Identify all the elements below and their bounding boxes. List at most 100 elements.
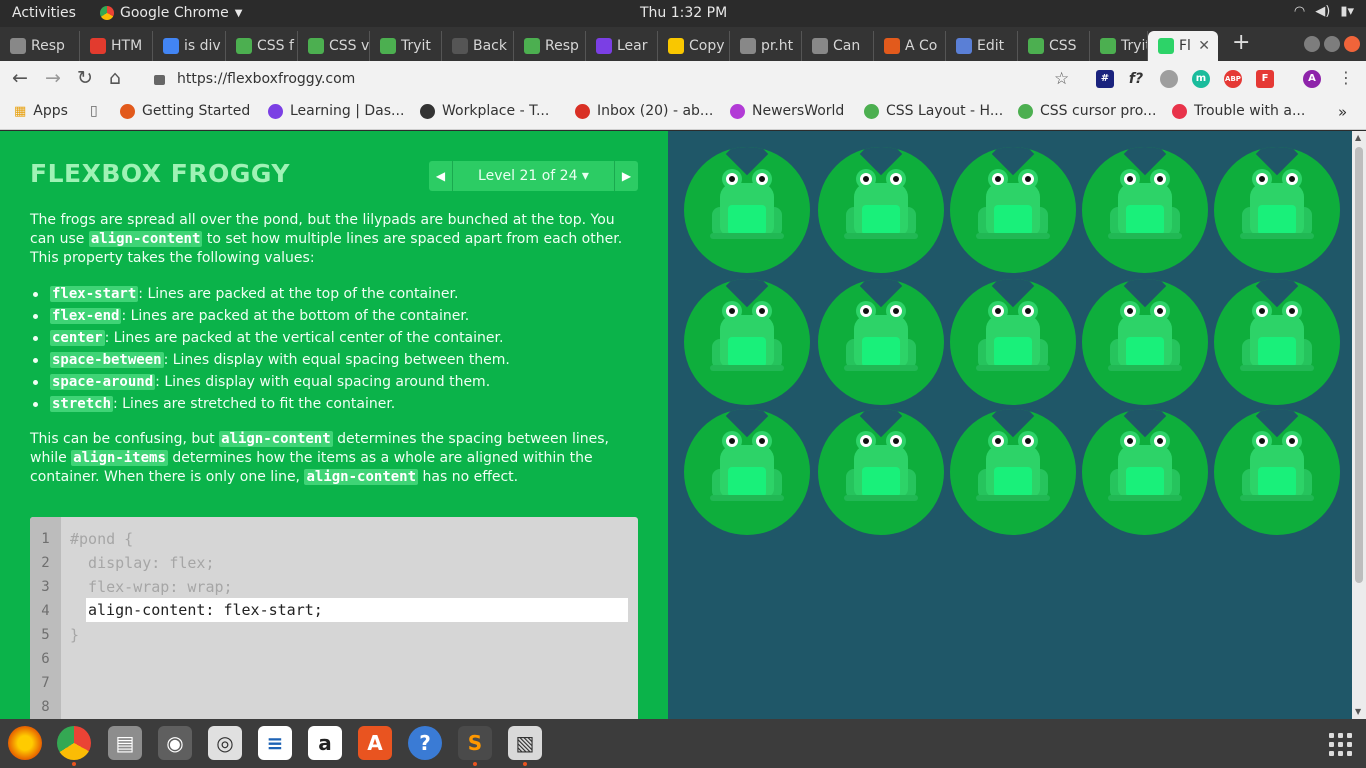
bookmark-item[interactable]: CSS Layout - H... <box>864 103 1003 119</box>
bookmark-star-icon[interactable]: ☆ <box>1054 69 1069 89</box>
system-tray[interactable]: ◠ ◀) ▮▾ <box>1294 4 1354 19</box>
browser-tab[interactable]: pr.ht <box>730 31 802 61</box>
bookmark-item[interactable]: ▯ <box>90 103 98 119</box>
new-tab-button[interactable]: + <box>1232 30 1250 55</box>
browser-tab[interactable]: Tryit <box>370 31 442 61</box>
previous-level-button[interactable]: ◀ <box>429 161 453 191</box>
list-item: flex-end: Lines are packed at the bottom… <box>33 305 510 327</box>
value-description: : Lines are packed at the top of the con… <box>138 286 459 302</box>
activities-button[interactable]: Activities <box>12 5 76 21</box>
close-window-button[interactable] <box>1344 36 1360 52</box>
list-item: space-around: Lines display with equal s… <box>33 371 510 393</box>
code-keyword: align-content <box>219 431 333 447</box>
bookmark-item[interactable]: Learning | Das... <box>268 103 404 119</box>
line-number: 1 <box>41 531 50 547</box>
app-menu[interactable]: Google Chrome ▼ <box>100 5 242 21</box>
forward-icon[interactable]: → <box>45 67 61 89</box>
close-tab-icon[interactable]: ✕ <box>1198 38 1210 54</box>
page-icon: ▯ <box>90 103 98 119</box>
bookmark-item[interactable]: CSS cursor pro... <box>1018 103 1156 119</box>
code-keyword: align-items <box>71 450 168 466</box>
rhythmbox-icon[interactable]: ◎ <box>208 726 242 760</box>
browser-tab[interactable]: Back <box>442 31 514 61</box>
browser-tab-active[interactable]: Fl ✕ <box>1148 31 1218 61</box>
address-bar[interactable]: https://flexboxfroggy.com <box>140 65 1090 93</box>
amazon-icon[interactable]: a <box>308 726 342 760</box>
browser-tab[interactable]: CSS <box>1018 31 1090 61</box>
frog-icon <box>1240 427 1314 507</box>
page-scrollbar[interactable]: ▲ ▼ <box>1352 131 1366 719</box>
browser-tab[interactable]: Resp <box>0 31 80 61</box>
bookmark-item[interactable]: Inbox (20) - ab... <box>575 103 713 119</box>
browser-tab[interactable]: Resp <box>514 31 586 61</box>
clock[interactable]: Thu 1:32 PM <box>640 5 727 21</box>
files-icon[interactable]: ▤ <box>108 726 142 760</box>
font-extension-icon[interactable]: f? <box>1127 70 1145 88</box>
flash-extension-icon[interactable]: F <box>1256 70 1274 88</box>
chrome-icon[interactable] <box>57 726 91 766</box>
browser-tab[interactable]: A Co <box>874 31 946 61</box>
frog-icon <box>1108 297 1182 377</box>
camera-icon[interactable]: ◉ <box>158 726 192 760</box>
frog-icon <box>710 165 784 245</box>
browser-tab[interactable]: CSS f <box>226 31 298 61</box>
image-viewer-icon[interactable]: ▧ <box>508 726 542 766</box>
tab-label: Edit <box>977 38 1005 54</box>
bookmark-item[interactable]: Workplace - T... <box>420 103 549 119</box>
browser-tab[interactable]: Lear <box>586 31 658 61</box>
more-bookmarks-icon[interactable]: » <box>1338 103 1347 121</box>
level-dropdown[interactable]: Level 21 of 24 ▾ <box>453 168 614 184</box>
browser-tab[interactable]: is div <box>153 31 226 61</box>
browser-tab[interactable]: CSS v <box>298 31 370 61</box>
home-icon[interactable]: ⌂ <box>109 67 121 89</box>
frog-icon <box>1108 427 1182 507</box>
bookmark-label: Inbox (20) - ab... <box>597 103 714 119</box>
adblock-extension-icon[interactable]: ABP <box>1224 70 1242 88</box>
frog-icon <box>976 297 1050 377</box>
tab-label: CSS <box>1049 38 1077 54</box>
browser-tab[interactable]: Can <box>802 31 874 61</box>
shield-extension-icon[interactable] <box>1160 70 1178 88</box>
bookmark-item[interactable]: Trouble with a... <box>1172 103 1305 119</box>
back-icon[interactable]: ← <box>12 67 28 89</box>
bookmark-label: Apps <box>33 103 68 119</box>
value-description: : Lines display with equal spacing aroun… <box>155 374 491 390</box>
tab-favicon-icon <box>452 38 468 54</box>
bookmark-item[interactable]: Getting Started <box>120 103 250 119</box>
sublime-text-icon[interactable]: S <box>458 726 492 766</box>
browser-tab[interactable]: HTM <box>80 31 153 61</box>
writer-icon[interactable]: ≡ <box>258 726 292 760</box>
list-item: flex-start: Lines are packed at the top … <box>33 283 510 305</box>
profile-avatar[interactable]: A <box>1303 70 1321 88</box>
bookmark-item[interactable]: NewersWorld <box>730 103 844 119</box>
grid-extension-icon[interactable]: # <box>1096 70 1114 88</box>
instructions-intro: The frogs are spread all over the pond, … <box>30 211 640 268</box>
bookmark-apps[interactable]: ▦ Apps <box>14 103 68 119</box>
m-extension-icon[interactable]: m <box>1192 70 1210 88</box>
trouble-icon <box>1172 103 1187 119</box>
bookmark-label: Workplace - T... <box>442 103 550 119</box>
bookmark-label: Getting Started <box>142 103 251 119</box>
frog-icon <box>710 297 784 377</box>
maximize-window-button[interactable] <box>1324 36 1340 52</box>
value-description: : Lines display with equal spacing betwe… <box>163 352 510 368</box>
browser-tab[interactable]: Copy <box>658 31 730 61</box>
scroll-down-icon[interactable]: ▼ <box>1355 707 1361 716</box>
show-applications-icon[interactable] <box>1329 733 1352 756</box>
browser-tab[interactable]: Tryit <box>1090 31 1148 61</box>
scrollbar-thumb[interactable] <box>1355 147 1363 583</box>
browser-tab[interactable]: Edit <box>946 31 1018 61</box>
css-code-input[interactable] <box>86 598 628 622</box>
scroll-up-icon[interactable]: ▲ <box>1355 133 1361 142</box>
lilypad-frog <box>948 277 1078 407</box>
code-keyword: space-between <box>50 352 164 368</box>
tab-favicon-icon <box>812 38 828 54</box>
line-number: 7 <box>41 675 50 691</box>
software-center-icon[interactable]: A <box>358 726 392 760</box>
menu-kebab-icon[interactable]: ⋮ <box>1338 68 1354 87</box>
firefox-icon[interactable] <box>8 726 42 760</box>
help-icon[interactable]: ? <box>408 726 442 760</box>
reload-icon[interactable]: ↻ <box>77 67 93 89</box>
next-level-button[interactable]: ▶ <box>614 161 638 191</box>
minimize-window-button[interactable] <box>1304 36 1320 52</box>
